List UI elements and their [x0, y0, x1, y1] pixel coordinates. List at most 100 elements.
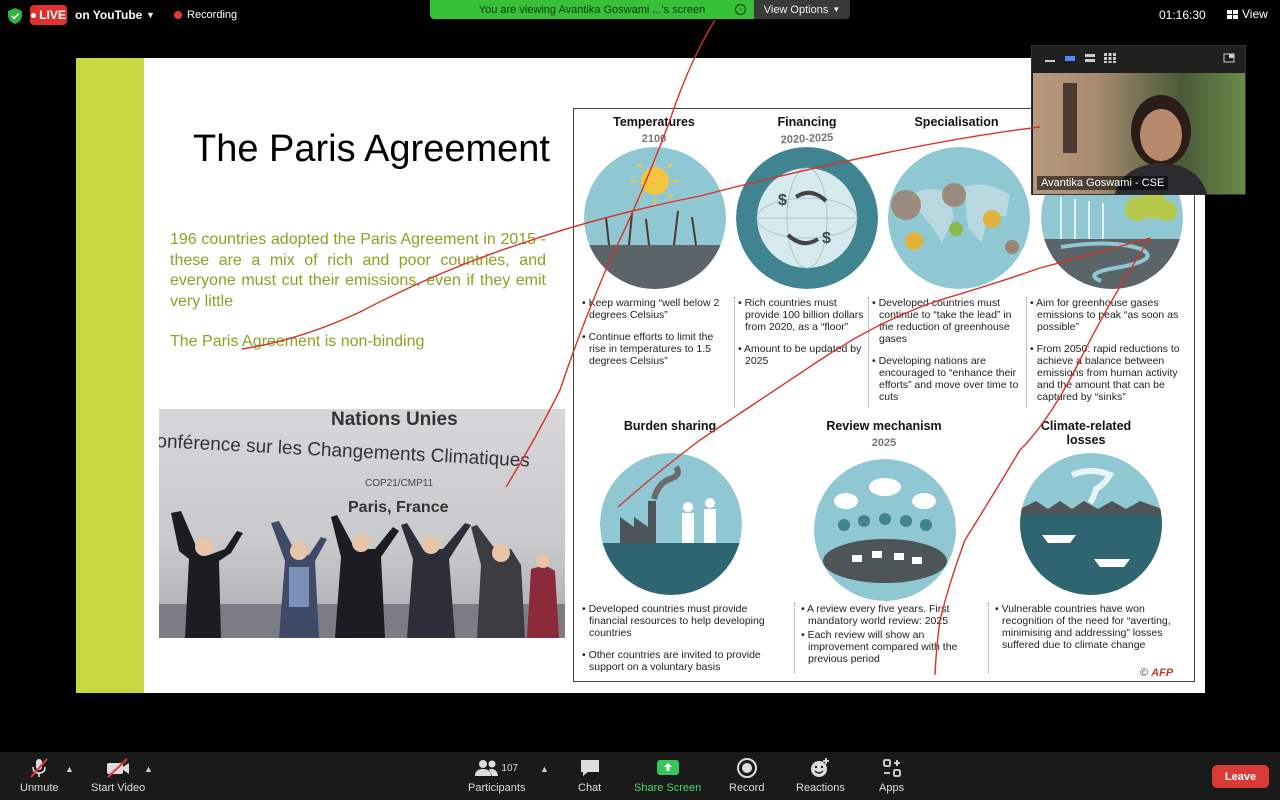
- chevron-down-icon[interactable]: ▼: [146, 10, 155, 20]
- video-camera-off-icon: [107, 758, 130, 778]
- financing-heading: Financing: [777, 115, 837, 129]
- temperatures-heading: Temperatures: [613, 115, 695, 129]
- svg-text:$: $: [822, 230, 831, 247]
- live-label: LIVE: [39, 8, 66, 22]
- meeting-controls-toolbar: Unmute ▲ Start Video ▲ 107 Participants …: [0, 752, 1280, 800]
- copyright-symbol: ©: [1140, 667, 1149, 679]
- svg-text:$: $: [778, 192, 787, 209]
- apps-button[interactable]: Apps: [879, 756, 904, 794]
- audio-options-caret-icon[interactable]: ▲: [65, 764, 74, 774]
- bullet: • Keep warming “well below 2 degrees Cel…: [582, 297, 720, 321]
- bullet: • Aim for greenhouse gases emissions to …: [1030, 297, 1179, 333]
- record-label: Record: [729, 782, 765, 794]
- thumbnail-view-icon[interactable]: [1064, 53, 1076, 63]
- gallery-view-icon[interactable]: [1104, 53, 1116, 63]
- bullet: • Developed countries must provide finan…: [582, 603, 765, 639]
- exit-minimized-icon[interactable]: [1223, 53, 1235, 63]
- financing-bullets: • Rich countries must provide 100 billio…: [738, 297, 866, 377]
- temperatures-illustration: [584, 147, 726, 289]
- chevron-down-icon: ▼: [832, 5, 841, 14]
- unmute-label: Unmute: [20, 782, 59, 794]
- chat-label: Chat: [578, 782, 602, 794]
- photo-sign-line-2: onférence sur les Changements Climatique…: [159, 431, 531, 472]
- specialisation-heading: Specialisation: [914, 115, 999, 129]
- live-badge[interactable]: LIVE: [30, 5, 67, 25]
- bullet: • A review every five years. First manda…: [801, 603, 950, 627]
- security-shield-icon[interactable]: [8, 8, 22, 24]
- view-options-button[interactable]: View Options ▼: [754, 0, 850, 19]
- review-mechanism-heading: Review mechanism: [826, 419, 942, 433]
- review-year: 2025: [871, 437, 897, 449]
- celebrating-people-image: [159, 511, 565, 638]
- participants-icon: [475, 760, 499, 776]
- unmute-button[interactable]: Unmute: [20, 756, 59, 794]
- participants-count: 107: [501, 762, 519, 774]
- climate-losses-illustration: [1020, 453, 1162, 595]
- bullet: • Amount to be updated by 2025: [738, 343, 862, 367]
- view-label: View: [1242, 7, 1268, 21]
- participant-name: Avantika Goswami - CSE: [1037, 176, 1169, 190]
- live-dot-icon: [31, 12, 37, 18]
- slide-title: The Paris Agreement: [193, 128, 550, 170]
- bullet: • Other countries are invited to provide…: [582, 649, 761, 673]
- share-screen-label: Share Screen: [634, 782, 702, 794]
- temperatures-year: 2100: [641, 133, 667, 145]
- review-mechanism-bullets: • A review every five years. First manda…: [801, 603, 961, 667]
- share-screen-button[interactable]: Share Screen: [634, 756, 701, 794]
- reactions-label: Reactions: [796, 782, 845, 794]
- specialisation-bullets: • Developed countries must continue to “…: [872, 297, 1022, 413]
- column-divider: [1026, 297, 1027, 407]
- stream-destination-label[interactable]: on YouTube: [75, 8, 142, 22]
- slide-note-text: The Paris Agreement is non-binding: [170, 333, 425, 350]
- grid-view-icon: [1227, 9, 1238, 19]
- record-icon: [736, 758, 757, 778]
- financing-years: 2020-2025: [780, 131, 834, 147]
- financing-illustration: $ $: [736, 147, 878, 289]
- apps-label: Apps: [879, 782, 905, 794]
- record-dot-icon: [174, 11, 182, 19]
- bullet: • Developed countries must continue to “…: [872, 297, 1012, 345]
- arrow-circle-icon[interactable]: ›: [735, 4, 746, 15]
- video-options-caret-icon[interactable]: ▲: [144, 764, 153, 774]
- column-divider: [988, 603, 989, 673]
- participants-options-caret-icon[interactable]: ▲: [540, 764, 549, 774]
- bullet: • Rich countries must provide 100 billio…: [738, 297, 864, 333]
- minimize-icon[interactable]: [1044, 53, 1056, 63]
- recording-indicator[interactable]: Recording: [168, 6, 243, 24]
- view-options-label: View Options: [763, 3, 829, 16]
- bullet: • Developing nations are encouraged to “…: [872, 355, 1019, 403]
- start-video-button[interactable]: Start Video: [91, 756, 145, 794]
- speaker-view-icon[interactable]: [1084, 53, 1096, 63]
- climate-losses-heading: Climate-related losses: [1040, 419, 1132, 447]
- leave-button[interactable]: Leave: [1212, 765, 1269, 788]
- share-screen-icon: [656, 760, 679, 775]
- participants-label: Participants: [468, 782, 526, 794]
- microphone-muted-icon: [30, 758, 49, 778]
- viewing-banner-text: You are viewing Avantika Goswami ...'s s…: [478, 3, 706, 16]
- meeting-timer: 01:16:30: [1159, 8, 1206, 22]
- participants-button[interactable]: 107 Participants: [468, 756, 525, 794]
- reactions-button[interactable]: Reactions: [796, 756, 845, 794]
- slide-body-text: 196 countries adopted the Paris Agreemen…: [170, 231, 546, 310]
- burden-sharing-illustration: [600, 453, 742, 595]
- chat-button[interactable]: Chat: [578, 756, 601, 794]
- review-mechanism-illustration: [814, 459, 956, 601]
- slide-accent-bar: [76, 58, 144, 693]
- bullet: • Continue efforts to limit the rise in …: [582, 331, 714, 367]
- column-divider: [734, 297, 735, 407]
- photo-sign-line-1: Nations Unies: [331, 409, 458, 430]
- cop21-photo: Nations Unies onférence sur les Changeme…: [159, 409, 565, 638]
- meeting-top-bar: LIVE on YouTube ▼ Recording You are view…: [0, 0, 1280, 32]
- burden-sharing-heading: Burden sharing: [623, 419, 717, 433]
- bullet: • Vulnerable countries have won recognit…: [995, 603, 1171, 651]
- specialisation-illustration: [888, 147, 1030, 289]
- view-button[interactable]: View: [1227, 7, 1268, 21]
- recording-label: Recording: [187, 9, 238, 21]
- record-button[interactable]: Record: [729, 756, 764, 794]
- climate-losses-bullets: • Vulnerable countries have won recognit…: [995, 603, 1175, 661]
- burden-sharing-bullets: • Developed countries must provide finan…: [582, 603, 782, 683]
- participant-video-tile[interactable]: Avantika Goswami - CSE: [1031, 45, 1246, 195]
- apps-icon: [882, 759, 901, 777]
- column-divider: [868, 297, 869, 407]
- chat-bubble-icon: [580, 760, 599, 776]
